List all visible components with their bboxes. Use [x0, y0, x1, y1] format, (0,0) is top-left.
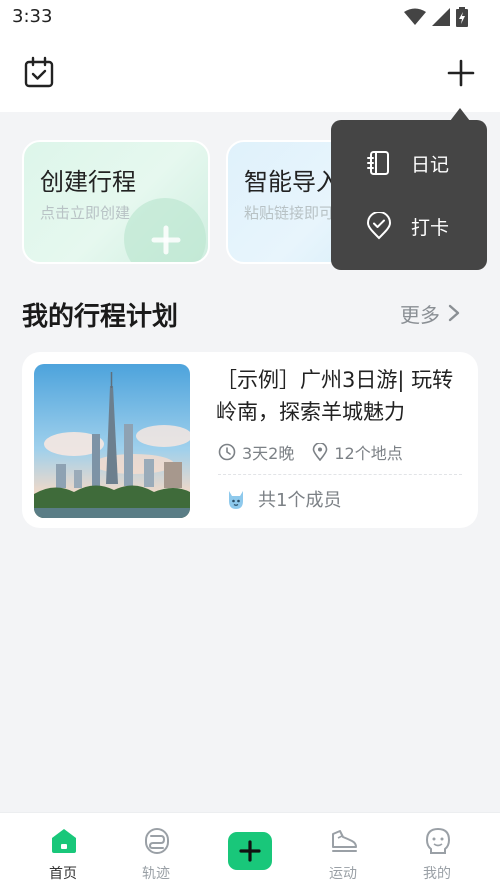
trip-cover-image	[34, 364, 190, 518]
popup-menu: 日记 打卡	[331, 120, 487, 270]
popup-diary-label: 日记	[411, 153, 450, 176]
calendar-check-icon[interactable]	[22, 56, 56, 90]
status-bar: 3:33	[0, 0, 500, 36]
member-avatar-icon	[229, 491, 243, 509]
create-trip-title: 创建行程	[40, 168, 136, 196]
trip-members-text: 共1个成员	[258, 490, 342, 511]
signal-icon	[432, 8, 450, 26]
nav-sport[interactable]: 运动	[293, 813, 393, 889]
sneaker-icon	[332, 830, 357, 852]
status-time: 3:33	[12, 6, 53, 27]
nav-home-label: 首页	[49, 866, 77, 882]
nav-route-label: 轨迹	[142, 866, 170, 882]
trip-places-text: 12个地点	[334, 444, 403, 463]
chevron-right-icon	[448, 304, 460, 322]
smart-import-subtitle: 粘贴链接即可	[244, 204, 335, 222]
status-icons	[404, 6, 468, 28]
nav-profile[interactable]: 我的	[387, 813, 487, 889]
popup-checkin-label: 打卡	[411, 216, 450, 239]
popup-item-diary[interactable]: 日记	[331, 133, 487, 193]
nav-sport-label: 运动	[329, 866, 357, 882]
nav-home[interactable]: 首页	[13, 813, 113, 889]
top-bar	[0, 36, 500, 112]
clock-icon	[218, 443, 236, 461]
profile-icon	[425, 827, 451, 854]
checkin-pin-icon	[366, 212, 392, 240]
nav-add-button[interactable]	[228, 832, 272, 870]
route-icon	[145, 828, 169, 854]
nav-route[interactable]: 轨迹	[106, 813, 206, 889]
create-trip-subtitle: 点击立即创建	[40, 204, 131, 222]
section-title: 我的行程计划	[22, 302, 179, 332]
location-pin-icon	[313, 443, 328, 461]
nav-profile-label: 我的	[423, 866, 451, 882]
trip-duration: 3天2晚	[218, 440, 294, 464]
home-icon	[52, 829, 76, 853]
create-trip-card[interactable]: 创建行程 点击立即创建	[22, 140, 210, 264]
add-menu-button[interactable]	[444, 56, 478, 90]
more-link[interactable]: 更多	[400, 298, 460, 328]
trip-meta: 3天2晚 12个地点	[218, 440, 421, 464]
trip-card[interactable]: ［示例］广州3日游| 玩转岭南，探索羊城魅力 3天2晚 12个地点 共1个成员	[22, 352, 478, 528]
popup-item-checkin[interactable]: 打卡	[331, 196, 487, 256]
plus-icon	[447, 59, 475, 87]
battery-icon	[456, 7, 468, 27]
bottom-nav: 首页 轨迹 运动 我的	[0, 812, 500, 889]
trip-title: ［示例］广州3日游| 玩转岭南，探索羊城魅力	[216, 368, 454, 424]
trip-divider	[218, 474, 462, 475]
trip-duration-text: 3天2晚	[242, 444, 295, 463]
more-label: 更多	[400, 302, 440, 327]
add-icon	[239, 840, 261, 862]
trip-places: 12个地点	[312, 440, 403, 464]
smart-import-title: 智能导入	[244, 168, 340, 196]
wifi-icon	[404, 8, 426, 25]
trip-members: 共1个成员	[224, 486, 341, 512]
plus-deco-icon	[151, 225, 181, 255]
notebook-icon	[367, 151, 389, 175]
